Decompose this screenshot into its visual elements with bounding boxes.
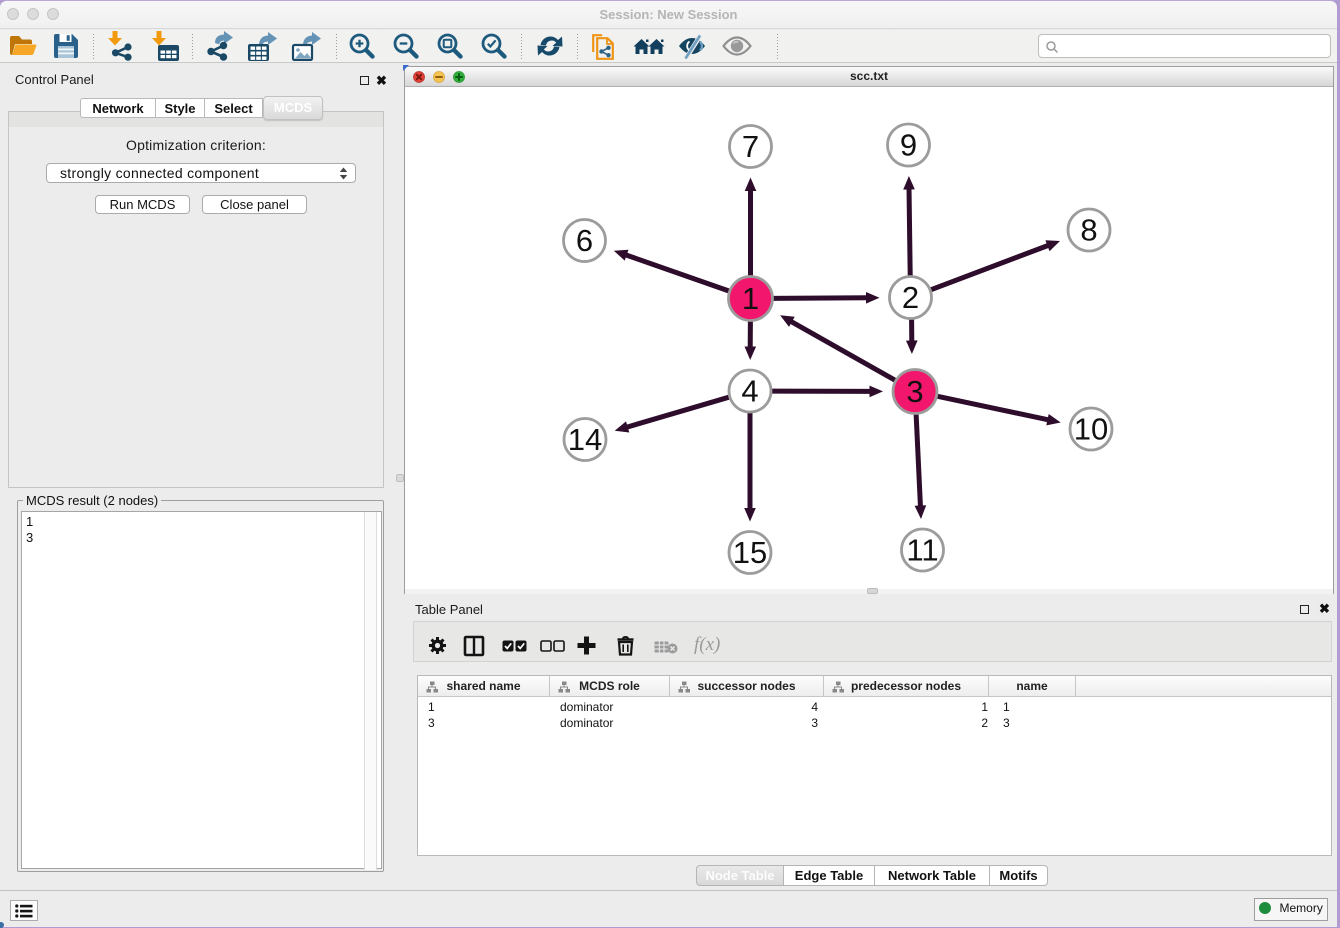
svg-text:14: 14 (568, 422, 602, 457)
svg-text:10: 10 (1074, 412, 1108, 447)
svg-text:4: 4 (741, 374, 758, 409)
svg-text:6: 6 (576, 223, 593, 258)
svg-text:3: 3 (906, 374, 923, 409)
svg-text:9: 9 (900, 128, 917, 163)
svg-text:11: 11 (906, 533, 938, 568)
svg-text:1: 1 (742, 281, 759, 316)
svg-text:15: 15 (733, 535, 767, 570)
svg-text:8: 8 (1080, 213, 1097, 248)
svg-text:7: 7 (742, 129, 759, 164)
svg-text:2: 2 (902, 280, 919, 315)
